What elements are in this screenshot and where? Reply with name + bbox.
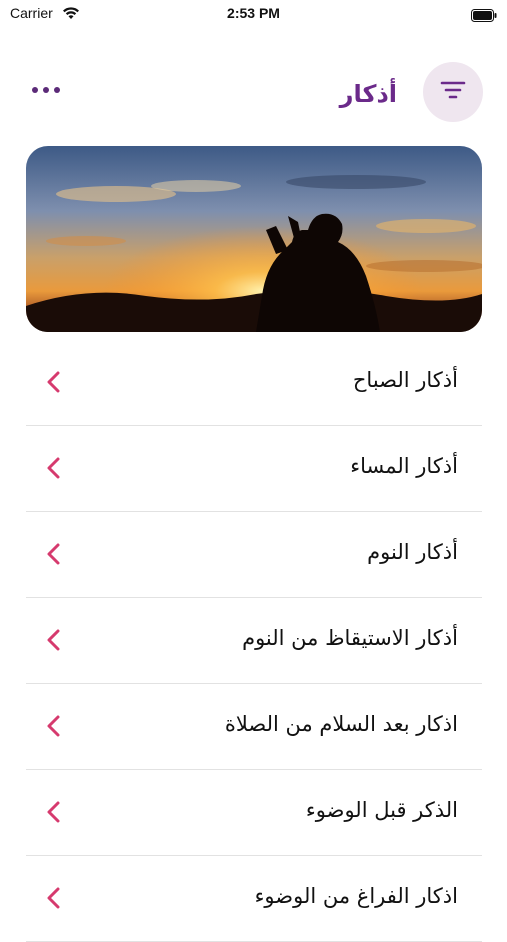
status-time: 2:53 PM [227,5,280,21]
list-item[interactable]: اذكار الفراغ من الوضوء [26,856,482,942]
chevron-left-icon [46,714,62,738]
list-item-label: أذكار النوم [367,540,458,564]
filter-icon [440,80,466,104]
list-item[interactable]: أذكار الاستيقاظ من النوم [26,598,482,684]
list-item[interactable]: الذكر قبل الوضوء [26,770,482,856]
battery-icon [471,7,497,22]
chevron-left-icon [46,886,62,910]
status-bar: Carrier 2:53 PM [0,0,507,30]
list-item[interactable]: أذكار النوم [26,512,482,598]
list-item-label: أذكار الصباح [352,368,458,392]
list-item[interactable]: أذكار الصباح [26,340,482,426]
list-item[interactable]: اذكار بعد السلام من الصلاة [26,684,482,770]
list-item-label: اذكار الفراغ من الوضوء [254,884,458,908]
list-item-label: اذكار بعد السلام من الصلاة [224,712,458,736]
azkar-list: أذكار الصباح أذكار المساء أذكار النوم أذ… [26,340,482,942]
more-dots-icon[interactable] [32,78,68,102]
page-title: أذكار [339,80,397,108]
list-item-label: أذكار الاستيقاظ من النوم [242,626,458,650]
list-item-label: أذكار المساء [350,454,458,478]
chevron-left-icon [46,542,62,566]
list-item-label: الذكر قبل الوضوء [305,798,458,822]
list-item[interactable]: أذكار المساء [26,426,482,512]
chevron-left-icon [46,800,62,824]
chevron-left-icon [46,628,62,652]
chevron-left-icon [46,370,62,394]
banner-image [26,146,482,332]
chevron-left-icon [46,456,62,480]
filter-button[interactable] [423,62,483,122]
